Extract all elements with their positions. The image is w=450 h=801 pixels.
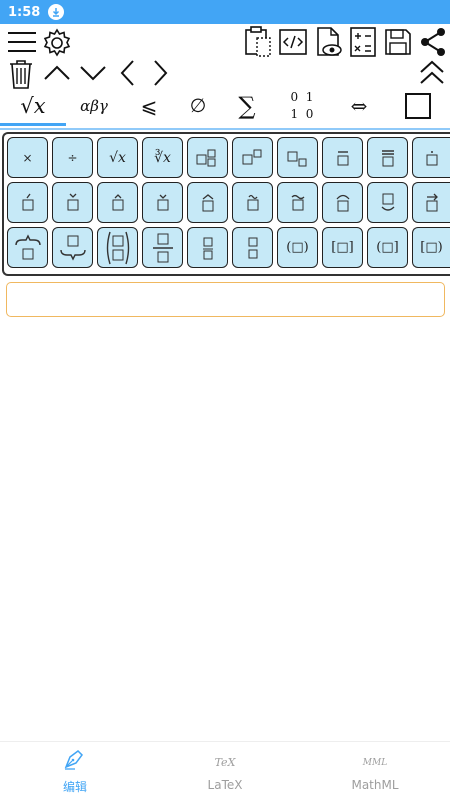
- key-dot[interactable]: [412, 137, 450, 178]
- key-double-bar[interactable]: [367, 137, 408, 178]
- nav-latex-label: LaTeX: [207, 777, 243, 792]
- code-icon[interactable]: [278, 27, 308, 57]
- key-parentheses[interactable]: (□): [277, 227, 318, 268]
- key-bracket-paren[interactable]: [□): [412, 227, 450, 268]
- matrix-row-1: 0 1: [290, 90, 314, 104]
- key-label: ∛x: [154, 149, 171, 166]
- nav-mathml[interactable]: MML MathML: [300, 742, 450, 801]
- calculator-icon[interactable]: [349, 26, 377, 58]
- share-icon[interactable]: [419, 27, 447, 57]
- key-paren-bracket[interactable]: (□]: [367, 227, 408, 268]
- key-nthroot[interactable]: ∛x: [142, 137, 183, 178]
- double-chevron-up-icon[interactable]: [418, 59, 446, 87]
- key-fraction[interactable]: [142, 227, 183, 268]
- nav-mathml-label: MathML: [351, 777, 399, 792]
- key-wide-hat[interactable]: [187, 182, 228, 223]
- key-brackets[interactable]: [□]: [322, 227, 363, 268]
- preview-icon[interactable]: [314, 26, 344, 58]
- active-tab-indicator: [0, 123, 66, 126]
- key-small-fraction[interactable]: [187, 227, 228, 268]
- tab-arrows[interactable]: ⇔: [334, 88, 384, 124]
- menu-icon[interactable]: [6, 30, 38, 54]
- key-hat[interactable]: [97, 182, 138, 223]
- key-caron[interactable]: [142, 182, 183, 223]
- key-label: (□): [286, 240, 309, 255]
- key-divide[interactable]: ÷: [52, 137, 93, 178]
- tab-greek[interactable]: αβγ: [66, 88, 122, 124]
- tab-operators[interactable]: ∑: [224, 88, 270, 124]
- key-times[interactable]: ×: [7, 137, 48, 178]
- save-icon[interactable]: [383, 27, 413, 57]
- formula-input[interactable]: [6, 282, 445, 317]
- category-tabs: √x αβγ ⩽ ∅ ∑ 0 1 1 0 ⇔: [0, 88, 450, 126]
- key-overbrace[interactable]: [7, 227, 48, 268]
- panel-divider: [0, 128, 450, 130]
- gear-icon[interactable]: [42, 28, 72, 58]
- status-bar: 1:58: [0, 0, 450, 24]
- key-breve[interactable]: [367, 182, 408, 223]
- key-bar[interactable]: [322, 137, 363, 178]
- key-sqrt[interactable]: √x: [97, 137, 138, 178]
- bottom-navigation: 编辑 TeX LaTeX MML MathML: [0, 741, 450, 801]
- tab-boxes[interactable]: [396, 88, 440, 124]
- key-subscript[interactable]: [277, 137, 318, 178]
- status-time: 1:58: [8, 4, 41, 20]
- key-arc[interactable]: [322, 182, 363, 223]
- chevron-right-icon[interactable]: [150, 59, 170, 87]
- nav-edit-label: 编辑: [62, 780, 87, 794]
- key-tilde[interactable]: [232, 182, 273, 223]
- chevron-up-icon[interactable]: [42, 62, 72, 84]
- key-underbrace[interactable]: [52, 227, 93, 268]
- mml-icon: MML: [362, 757, 388, 768]
- download-icon: [48, 4, 65, 20]
- key-wide-tilde[interactable]: [277, 182, 318, 223]
- nav-latex[interactable]: TeX LaTeX: [150, 742, 300, 801]
- key-vector[interactable]: [412, 182, 450, 223]
- tab-matrix[interactable]: 0 1 1 0: [278, 88, 326, 124]
- tab-sets[interactable]: ∅: [176, 88, 220, 124]
- tab-relations[interactable]: ⩽: [122, 88, 176, 124]
- nav-edit[interactable]: 编辑: [0, 742, 150, 801]
- key-superscript[interactable]: [232, 137, 273, 178]
- symbol-keypad: × ÷ √x ∛x (□) [□] (□] [□): [2, 132, 450, 276]
- tex-icon: TeX: [214, 755, 236, 769]
- key-label: √x: [109, 149, 126, 166]
- tab-radicals[interactable]: √x: [0, 88, 66, 124]
- key-label: ÷: [67, 150, 78, 165]
- key-sup-sub[interactable]: [187, 137, 228, 178]
- key-stacked[interactable]: [232, 227, 273, 268]
- key-check[interactable]: [52, 182, 93, 223]
- key-label: ×: [22, 150, 33, 165]
- chevron-left-icon[interactable]: [118, 59, 138, 87]
- key-acute[interactable]: [7, 182, 48, 223]
- chevron-down-icon[interactable]: [78, 62, 108, 84]
- trash-icon[interactable]: [8, 58, 34, 90]
- key-label: [□): [420, 240, 443, 255]
- key-label: (□]: [376, 240, 399, 255]
- clipboard-icon[interactable]: [243, 26, 273, 58]
- key-label: [□]: [331, 240, 354, 255]
- matrix-row-2: 1 0: [290, 107, 314, 121]
- key-binomial[interactable]: [97, 227, 138, 268]
- pen-nib-icon: [63, 748, 87, 774]
